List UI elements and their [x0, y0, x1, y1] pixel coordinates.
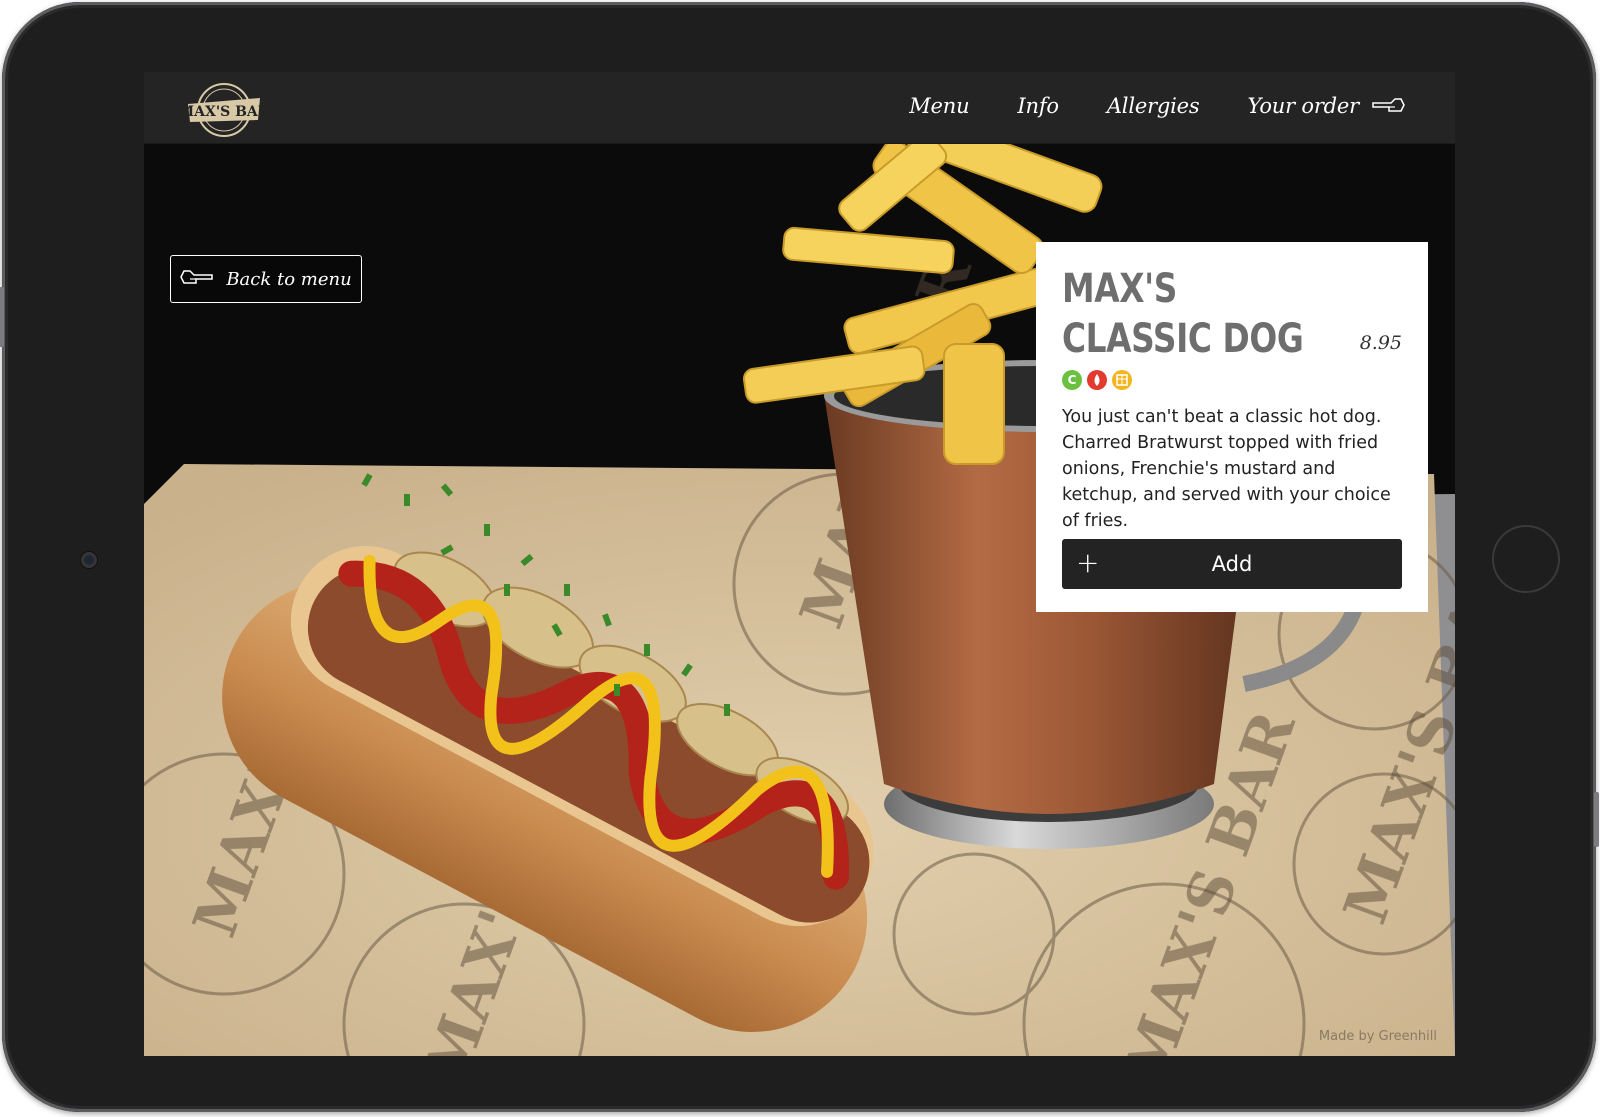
allergen-badges: C [1062, 370, 1402, 390]
svg-text:MAX'S BAR: MAX'S BAR [186, 104, 262, 120]
pointing-hand-left-icon [180, 269, 214, 290]
product-price: 8.95 [1359, 332, 1402, 354]
volume-button [0, 287, 4, 347]
main-nav: Menu Info Allergies Your order [909, 94, 1405, 118]
nav-menu[interactable]: Menu [909, 94, 969, 118]
product-card: MAX'S CLASSIC DOG 8.95 C You just can't … [1036, 242, 1428, 612]
front-camera [81, 552, 97, 568]
back-to-menu-label: Back to menu [226, 268, 352, 290]
back-to-menu-button[interactable]: Back to menu [170, 255, 362, 303]
nav-allergies[interactable]: Allergies [1107, 94, 1200, 118]
product-description: You just can't beat a classic hot dog. C… [1062, 407, 1391, 531]
maxs-bar-logo[interactable]: MAX'S BAR [179, 82, 270, 138]
product-title: MAX'S CLASSIC DOG [1062, 266, 1304, 362]
side-button [1594, 792, 1599, 847]
c-badge-icon: C [1062, 370, 1082, 390]
nav-your-order[interactable]: Your order [1247, 94, 1405, 118]
pointing-hand-icon [1371, 94, 1405, 118]
drop-badge-icon [1087, 370, 1107, 390]
credit-text[interactable]: Made by Greenhill [1319, 1029, 1437, 1044]
hero-image: MAX'S BAR MAX'S BAR MAX'S BAR MAX'S BAR … [144, 144, 1455, 1056]
top-bar: MAX'S BAR Menu Info Allergies Your order [144, 72, 1455, 144]
app-screen: MAX'S BAR MAX'S BAR MAX'S BAR MAX'S BAR … [144, 72, 1455, 1056]
nav-info[interactable]: Info [1017, 94, 1059, 118]
tablet-frame: MAX'S BAR MAX'S BAR MAX'S BAR MAX'S BAR … [0, 2, 1599, 1112]
add-label: Add [1211, 552, 1253, 576]
plus-icon: + [1076, 546, 1100, 579]
grain-badge-icon [1112, 370, 1132, 390]
add-to-order-button[interactable]: + Add [1062, 539, 1402, 589]
home-button[interactable] [1492, 525, 1560, 593]
